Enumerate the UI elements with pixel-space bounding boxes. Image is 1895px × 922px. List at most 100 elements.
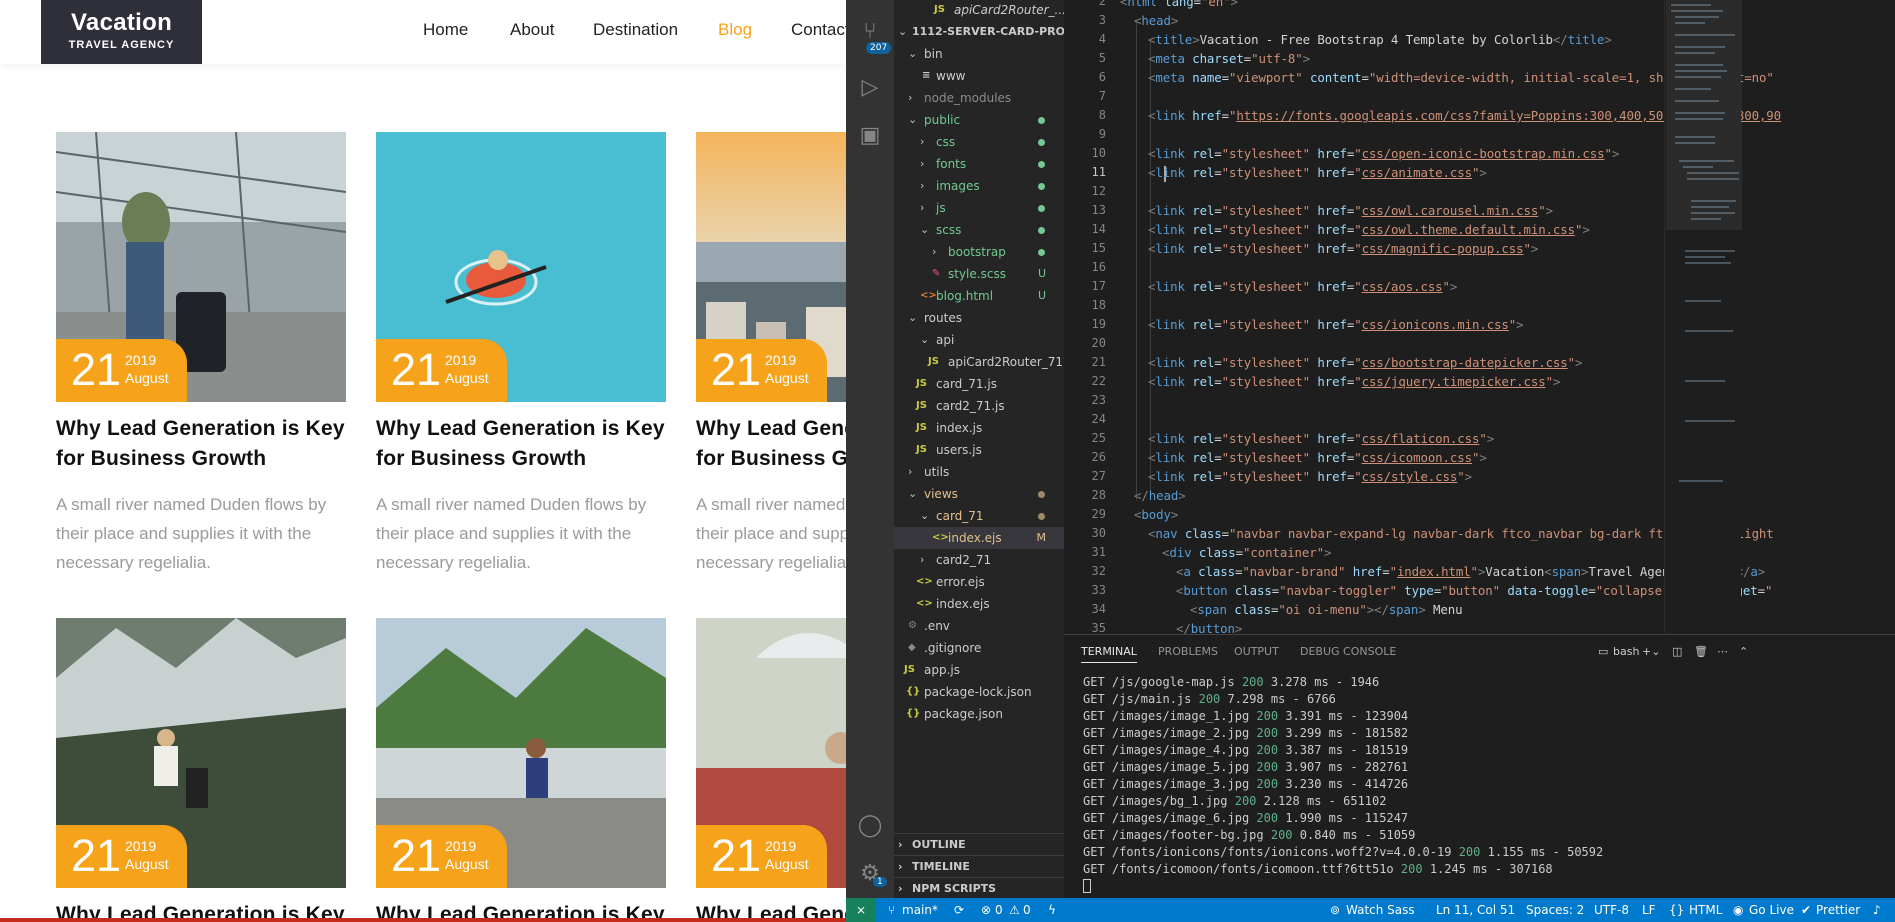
tree-folder[interactable]: › fonts <box>894 153 1064 175</box>
warning-count[interactable]: 0 <box>1023 898 1031 922</box>
tree-folder[interactable]: ⌄ api <box>894 329 1064 351</box>
outline-section[interactable]: › OUTLINE <box>894 833 1064 855</box>
notifications-icon[interactable]: ♪ <box>1873 898 1881 922</box>
terminal-shell-icon[interactable]: ▭ <box>1598 645 1608 658</box>
tree-file[interactable]: ✎ style.scss U <box>894 263 1064 285</box>
tree-folder[interactable]: › card2_71 <box>894 549 1064 571</box>
tree-label: error.ejs <box>936 575 985 589</box>
terminal-shell-select[interactable]: bash <box>1613 645 1639 658</box>
sync-icon[interactable]: ⟳ <box>954 898 964 922</box>
remote-indicator-icon[interactable]: ⨯ <box>846 898 876 922</box>
terminal-line: GET /images/footer-bg.jpg 200 0.840 ms -… <box>1083 828 1416 842</box>
tree-file[interactable]: <> index.ejs <box>894 593 1064 615</box>
tree-folder[interactable]: › node_modules <box>894 87 1064 109</box>
tree-file[interactable]: {} package.json <box>894 703 1064 725</box>
site-logo[interactable]: Vacation TRAVEL AGENCY <box>41 0 202 64</box>
section-label: NPM SCRIPTS <box>912 882 997 895</box>
date-day: 21 <box>711 830 762 881</box>
divider-line <box>0 918 846 922</box>
tree-folder[interactable]: › css <box>894 131 1064 153</box>
go-live[interactable]: Go Live <box>1749 898 1794 922</box>
npm-scripts-section[interactable]: › NPM SCRIPTS <box>894 877 1064 898</box>
nav-home[interactable]: Home <box>423 20 468 40</box>
run-debug-icon[interactable]: ▷ <box>856 74 884 102</box>
line-number: 27 <box>1091 469 1106 483</box>
warning-icon: ⚠ <box>1009 903 1020 917</box>
tree-file[interactable]: <> error.ejs <box>894 571 1064 593</box>
activity-bar: ⑂ 207 ▷ ▣ ◯ ⚙ 1 <box>846 0 894 898</box>
tree-label: 1112-SERVER-CARD-PROJ... <box>912 25 1064 38</box>
tree-folder[interactable]: › utils <box>894 461 1064 483</box>
watch-sass[interactable]: Watch Sass <box>1346 898 1415 922</box>
line-number: 19 <box>1091 317 1106 331</box>
line-number: 17 <box>1091 279 1106 293</box>
new-terminal-icon[interactable]: +⌄ <box>1642 645 1660 658</box>
tree-file[interactable]: ≡ www <box>894 65 1064 87</box>
tree-file[interactable]: JS app.js <box>894 659 1064 681</box>
tab-debug-console[interactable]: DEBUG CONSOLE <box>1300 645 1396 658</box>
extensions-icon[interactable]: ▣ <box>856 122 884 150</box>
git-branch[interactable]: main* <box>902 898 938 922</box>
tree-file-active[interactable]: <> index.ejs M <box>894 527 1064 549</box>
tree-folder[interactable]: › js <box>894 197 1064 219</box>
tree-folder[interactable]: › bootstrap <box>894 241 1064 263</box>
nav-blog[interactable]: Blog <box>718 20 752 40</box>
maximize-panel-icon[interactable]: ⌃ <box>1739 645 1748 658</box>
tree-folder[interactable]: ⌄ scss <box>894 219 1064 241</box>
tab-output[interactable]: OUTPUT <box>1234 645 1279 658</box>
kill-terminal-icon[interactable]: 🗑 <box>1694 645 1708 658</box>
line-number: 25 <box>1091 431 1106 445</box>
tree-folder[interactable]: ⌄ public <box>894 109 1064 131</box>
tree-file[interactable]: JS index.js <box>894 417 1064 439</box>
tree-file[interactable]: JS card2_71.js <box>894 395 1064 417</box>
indentation[interactable]: Spaces: 2 <box>1526 898 1584 922</box>
more-actions-icon[interactable]: ⋯ <box>1717 645 1728 658</box>
tree-folder[interactable]: ⌄ bin <box>894 43 1064 65</box>
tree-file[interactable]: JS users.js <box>894 439 1064 461</box>
terminal-line: GET /fonts/ionicons/fonts/ionicons.woff2… <box>1083 845 1604 859</box>
tree-file[interactable]: ◆ .gitignore <box>894 637 1064 659</box>
tree-folder[interactable]: ⌄ card_71 <box>894 505 1064 527</box>
tree-file[interactable]: JS apiCard2Router_71... <box>894 351 1064 373</box>
tree-label: index.ejs <box>948 531 1002 545</box>
tree-file[interactable]: ⚙ .env <box>894 615 1064 637</box>
chevron-right-icon: › <box>898 882 903 895</box>
tree-item[interactable]: JS apiCard2Router_... <box>894 0 1064 21</box>
language-mode[interactable]: HTML <box>1689 898 1722 922</box>
split-terminal-icon[interactable]: ◫ <box>1672 645 1682 658</box>
tab-terminal[interactable]: TERMINAL <box>1081 645 1137 663</box>
end-of-line[interactable]: LF <box>1642 898 1656 922</box>
nav-contact[interactable]: Contact <box>791 20 846 40</box>
tree-file[interactable]: <> blog.html U <box>894 285 1064 307</box>
settings-badge: 1 <box>873 877 887 887</box>
tree-label: js <box>936 201 946 215</box>
blog-title[interactable]: Why Lead Generation is Key for Business … <box>696 414 846 474</box>
prettier[interactable]: Prettier <box>1816 898 1860 922</box>
tree-file[interactable]: {} package-lock.json <box>894 681 1064 703</box>
tree-folder[interactable]: ⌄ views <box>894 483 1064 505</box>
nav-destination[interactable]: Destination <box>593 20 678 40</box>
cursor-position[interactable]: Ln 11, Col 51 <box>1436 898 1515 922</box>
tree-label: bin <box>924 47 943 61</box>
tree-root[interactable]: ⌄1112-SERVER-CARD-PROJ... <box>894 21 1064 43</box>
line-number: 10 <box>1091 146 1106 160</box>
encoding[interactable]: UTF-8 <box>1594 898 1629 922</box>
section-label: TIMELINE <box>912 860 970 873</box>
tab-problems[interactable]: PROBLEMS <box>1158 645 1218 658</box>
date-month: August <box>445 856 489 872</box>
line-number: 4 <box>1098 32 1106 46</box>
nav-about[interactable]: About <box>510 20 554 40</box>
tree-folder[interactable]: ⌄ routes <box>894 307 1064 329</box>
check-icon: ✔ <box>1801 903 1812 917</box>
tree-folder[interactable]: › images <box>894 175 1064 197</box>
error-count[interactable]: 0 <box>995 898 1003 922</box>
blog-title[interactable]: Why Lead Generation is Key for Business … <box>56 414 346 474</box>
code-editor[interactable]: 2 3 4 5 6 7 8 9 10 11 12 13 14 15 16 17 18 19 20 21 22 23 24 25… <box>1064 0 1895 634</box>
minimap[interactable] <box>1664 0 1742 634</box>
terminal-cursor[interactable] <box>1083 879 1091 896</box>
timeline-section[interactable]: › TIMELINE <box>894 855 1064 877</box>
blog-title[interactable]: Why Lead Generation is Key for Business … <box>376 414 666 474</box>
account-icon[interactable]: ◯ <box>856 812 884 840</box>
tree-file[interactable]: JS card_71.js <box>894 373 1064 395</box>
tree-label: .env <box>924 619 950 633</box>
